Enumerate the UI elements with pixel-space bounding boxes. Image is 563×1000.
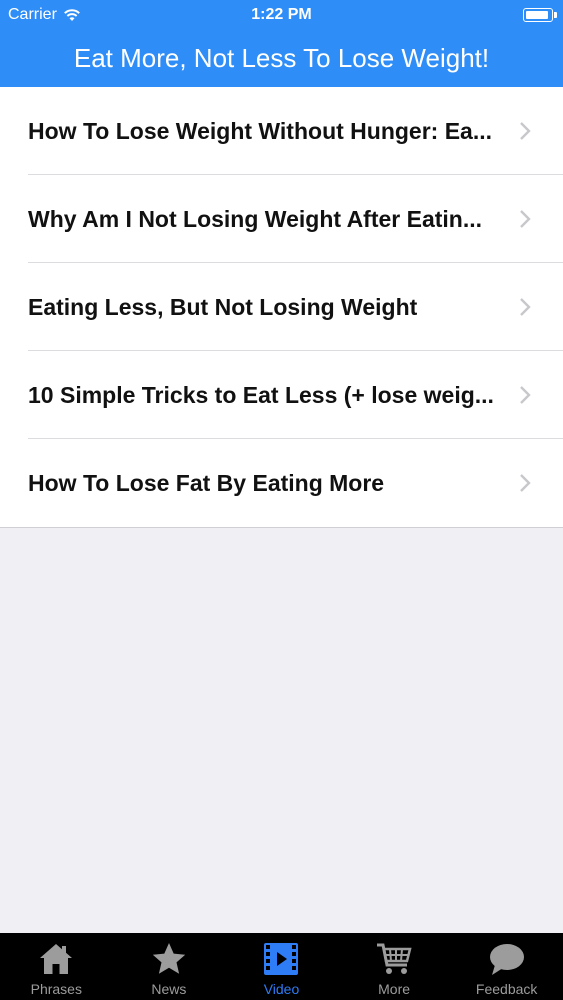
list-item[interactable]: How To Lose Weight Without Hunger: Ea... (0, 87, 563, 175)
tab-feedback[interactable]: Feedback (450, 933, 563, 1000)
battery-fill (526, 11, 548, 19)
navigation-bar: Eat More, Not Less To Lose Weight! (0, 30, 563, 87)
page-title: Eat More, Not Less To Lose Weight! (73, 43, 490, 73)
tab-label: Phrases (30, 981, 82, 997)
film-icon (264, 943, 299, 975)
chevron-right-icon (520, 474, 531, 492)
chevron-right-icon (520, 298, 531, 316)
list-item[interactable]: 10 Simple Tricks to Eat Less (+ lose wei… (0, 351, 563, 439)
list-item[interactable]: How To Lose Fat By Eating More (0, 439, 563, 527)
video-list: How To Lose Weight Without Hunger: Ea...… (0, 87, 563, 528)
tab-label: Feedback (475, 981, 538, 997)
list-item[interactable]: Why Am I Not Losing Weight After Eatin..… (0, 175, 563, 263)
tab-more[interactable]: More (338, 933, 451, 1000)
list-item-label: Why Am I Not Losing Weight After Eatin..… (28, 205, 483, 232)
list-item[interactable]: Eating Less, But Not Losing Weight (0, 263, 563, 351)
list-item-label: 10 Simple Tricks to Eat Less (+ lose wei… (28, 381, 494, 408)
list-item-label: Eating Less, But Not Losing Weight (28, 293, 418, 320)
status-bar: Carrier 1:22 PM (0, 0, 563, 30)
chevron-right-icon (520, 386, 531, 404)
tab-label: News (151, 981, 187, 997)
tab-label: More (378, 981, 411, 997)
tab-bar: Phrases News Video More Feedback (0, 933, 563, 1000)
tab-label: Video (263, 981, 300, 997)
home-icon (40, 944, 73, 974)
chevron-right-icon (520, 122, 531, 140)
chevron-right-icon (520, 210, 531, 228)
battery-icon (523, 8, 557, 22)
chat-bubble-icon (489, 944, 524, 975)
cart-icon (377, 943, 412, 974)
tab-phrases[interactable]: Phrases (0, 933, 113, 1000)
status-time: 1:22 PM (251, 6, 312, 23)
tab-video[interactable]: Video (225, 933, 338, 1000)
tab-news[interactable]: News (113, 933, 226, 1000)
star-icon (152, 943, 186, 974)
list-item-label: How To Lose Weight Without Hunger: Ea... (28, 117, 493, 144)
list-item-label: How To Lose Fat By Eating More (28, 469, 385, 496)
